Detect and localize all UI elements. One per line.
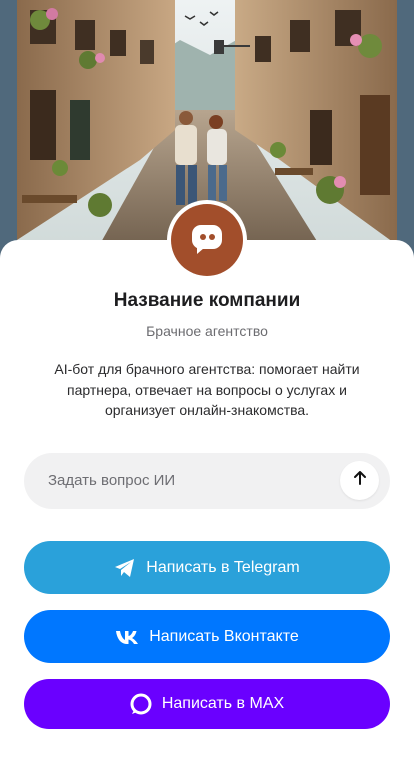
send-button[interactable] bbox=[340, 461, 379, 500]
page: Название компании Брачное агентство AI-б… bbox=[0, 0, 414, 770]
company-description: AI-бот для брачного агентства: помогает … bbox=[54, 361, 360, 418]
company-category: Брачное агентство bbox=[146, 323, 268, 339]
telegram-icon bbox=[114, 558, 136, 578]
company-name: Название компании bbox=[113, 290, 301, 311]
max-button[interactable]: Написать в MAX bbox=[24, 679, 390, 729]
max-icon bbox=[130, 693, 152, 715]
vk-button-label: Написать Вконтакте bbox=[149, 627, 299, 645]
max-button-label: Написать в MAX bbox=[161, 695, 285, 712]
vk-icon bbox=[115, 629, 139, 645]
arrow-up-icon bbox=[352, 470, 368, 491]
telegram-button[interactable]: Написать в Telegram bbox=[24, 541, 390, 594]
telegram-button-label: Написать в Telegram bbox=[146, 558, 300, 576]
avatar bbox=[171, 204, 243, 276]
chat-bubble-icon bbox=[189, 220, 225, 261]
ask-ai-placeholder: Задать вопрос ИИ bbox=[48, 472, 176, 489]
ask-ai-input[interactable]: Задать вопрос ИИ bbox=[24, 453, 390, 509]
vk-button[interactable]: Написать Вконтакте bbox=[24, 610, 390, 663]
